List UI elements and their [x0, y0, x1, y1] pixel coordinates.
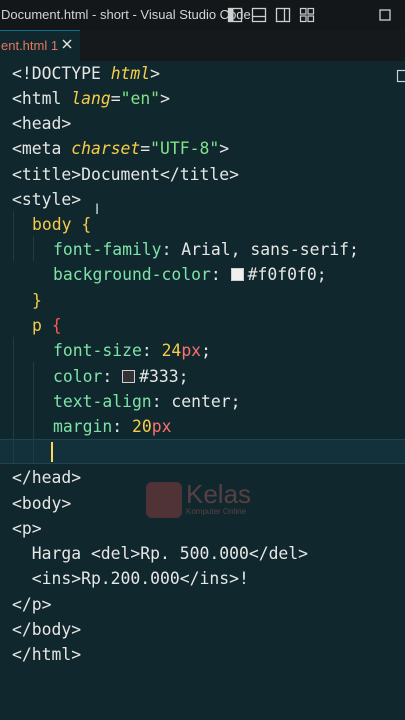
- code-line-6: <style>: [12, 190, 82, 209]
- maximize-icon[interactable]: [377, 7, 393, 23]
- code-line-10: }: [32, 291, 42, 310]
- code-line-17: </head>: [12, 468, 82, 487]
- code-line-3: <head>: [12, 114, 72, 133]
- close-tab-icon[interactable]: [61, 38, 73, 50]
- code-line-8: font-family: Arial, sans-serif;: [53, 240, 359, 259]
- indent-guide: [33, 236, 34, 261]
- watermark-subtitle: Komputer Online: [186, 507, 247, 516]
- watermark-logo-icon: [146, 482, 182, 518]
- code-line-7: body {: [32, 215, 92, 234]
- code-line-15: margin: 20px: [53, 417, 172, 436]
- color-swatch[interactable]: [230, 268, 244, 281]
- layout-panel-icon[interactable]: [251, 7, 267, 23]
- tab-document-html[interactable]: ent.html 1: [0, 30, 80, 61]
- indent-guide: [33, 362, 34, 463]
- code-editor[interactable]: <!DOCTYPE html> <html lang="en"> <head> …: [0, 61, 405, 720]
- code-line-22: </p>: [12, 595, 52, 614]
- customize-layout-icon[interactable]: [299, 7, 315, 23]
- layout-sidebar-left-icon[interactable]: [227, 7, 243, 23]
- code-line-5: <title>Document</title>: [12, 165, 239, 184]
- code-line-1: <!DOCTYPE html>: [12, 64, 161, 83]
- code-line-2: <html lang="en">: [12, 89, 170, 108]
- code-line-14: text-align: center;: [53, 392, 241, 411]
- mouse-ibeam-cursor: I: [95, 202, 100, 218]
- tab-label: ent.html 1: [1, 38, 59, 53]
- window-title: Document.html - short - Visual Studio Co…: [1, 7, 251, 22]
- code-line-20: Harga <del>Rp. 500.000</del>: [12, 544, 309, 563]
- color-swatch[interactable]: [122, 370, 136, 383]
- text-cursor: [51, 442, 53, 462]
- code-line-23: </body>: [12, 620, 82, 639]
- code-line-12: font-size: 24px;: [53, 341, 211, 360]
- indent-guide: [13, 211, 14, 261]
- code-line-21: <ins>Rp.200.000</ins>!: [12, 569, 249, 588]
- code-line-18: <body>: [12, 494, 72, 513]
- tab-bar: ent.html 1: [0, 30, 405, 83]
- code-line-11: p {: [32, 316, 62, 335]
- layout-sidebar-right-icon[interactable]: [275, 7, 291, 23]
- code-line-9: background-color: #f0f0f0;: [53, 265, 327, 284]
- indent-guide: [13, 337, 14, 463]
- code-line-4: <meta charset="UTF-8">: [12, 139, 230, 158]
- code-line-24: </html>: [12, 645, 82, 664]
- watermark-name: Kelas: [186, 479, 252, 509]
- current-line-highlight: [0, 439, 405, 464]
- code-line-19: <p>: [12, 519, 42, 538]
- title-bar: Document.html - short - Visual Studio Co…: [0, 0, 405, 30]
- code-line-13: color: #333;: [53, 367, 189, 386]
- editor-gutter: [0, 61, 10, 720]
